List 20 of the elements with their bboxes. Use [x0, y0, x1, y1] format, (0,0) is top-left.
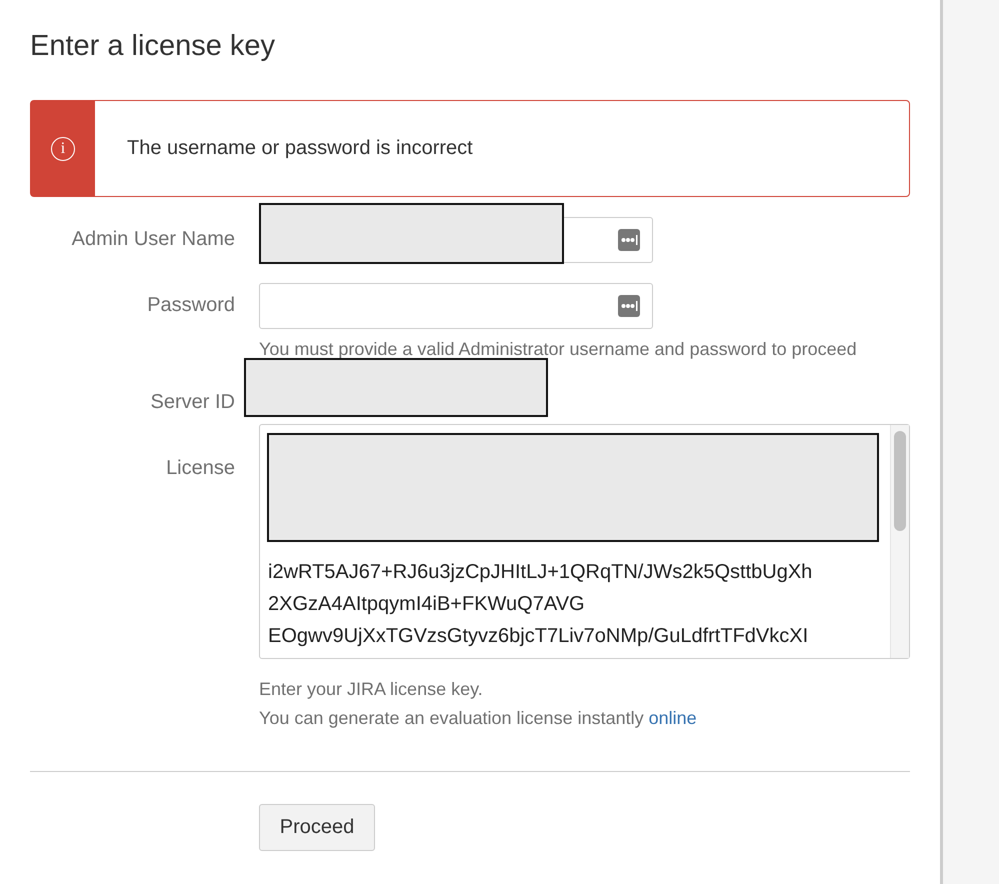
info-icon: i — [51, 136, 75, 160]
error-text: The username or password is incorrect — [127, 137, 473, 160]
help-text: You can generate an evaluation license instantly — [259, 708, 644, 728]
online-link[interactable]: online — [648, 708, 697, 728]
scrollbar[interactable] — [890, 425, 909, 658]
field-label: Admin User Name — [70, 227, 235, 252]
license-text-line: i2wRT5AJ67+RJ6u3jzCpJHItLJ+1QRqTN/JWs2k5QsttbUgXh — [268, 560, 812, 585]
field-label: Server ID — [150, 390, 235, 415]
help-text: You must provide a valid Administrator username and password to proceed — [259, 339, 858, 360]
page-title: Enter a license key — [30, 29, 276, 64]
field-label: Password — [146, 293, 235, 318]
license-textarea[interactable]: i2wRT5AJ67+RJ6u3jzCpJHItLJ+1QRqTN/JWs2k5QsttbUgXh 2XGzA4AItpqymI4iB+FKWuQ7AVG EOgwv9UjXxTGVzsGtyvz6bjcT7Liv7oNMp/GuLdfrtTFdVkcXI — [259, 424, 910, 659]
field-label: License — [165, 456, 235, 481]
password-manager-icon[interactable] — [618, 229, 640, 251]
password-field[interactable] — [259, 283, 653, 329]
password-manager-icon[interactable] — [618, 295, 640, 317]
license-text-line: 2XGzA4AItpqymI4iB+FKWuQ7AVG — [268, 592, 586, 617]
help-text: Enter your JIRA license key. — [259, 679, 484, 700]
proceed-button[interactable]: Proceed — [259, 804, 375, 851]
license-text-line: EOgwv9UjXxTGVzsGtyvz6bjcT7Liv7oNMp/GuLdfrtTFdVkcXI — [268, 624, 810, 649]
